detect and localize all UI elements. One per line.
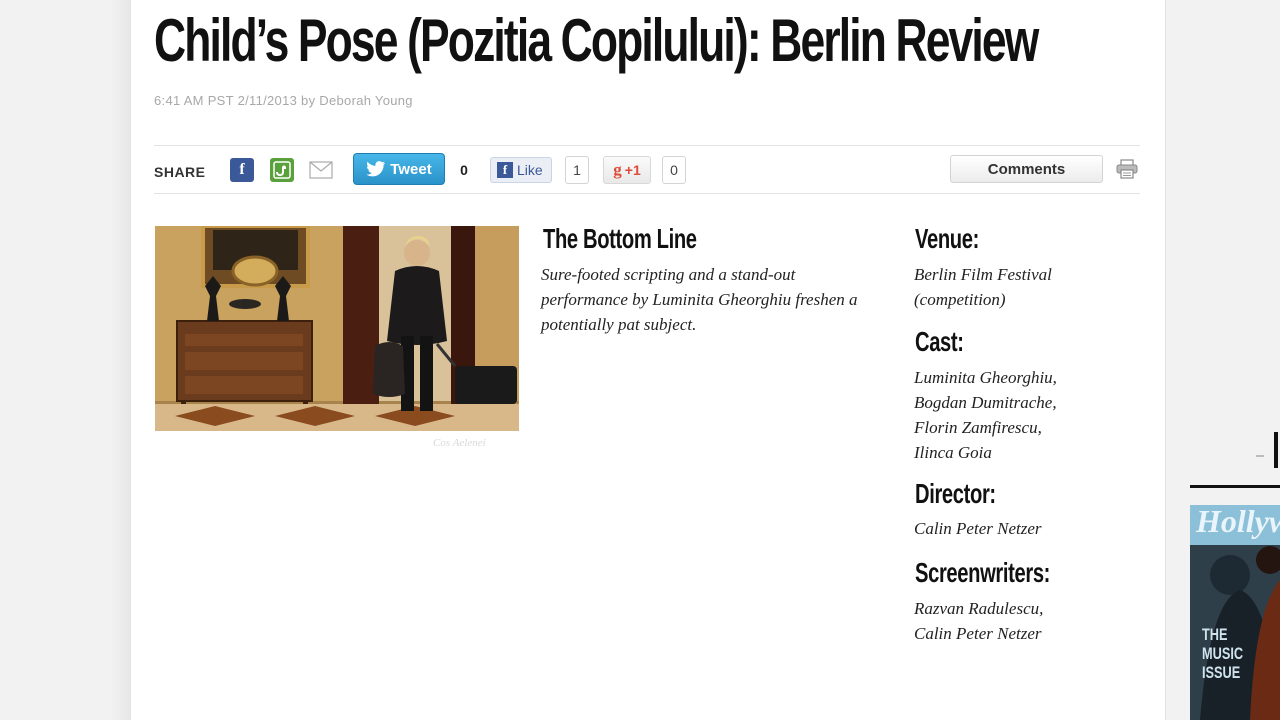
share-bar-top-divider xyxy=(154,145,1140,146)
cast-line: Ilinca Goia xyxy=(914,443,992,462)
screenwriters-line: Razvan Radulescu, xyxy=(914,599,1044,618)
like-label: Like xyxy=(517,162,543,178)
magazine-cover[interactable]: Hollywood THE MUSIC ISSUE xyxy=(1190,505,1280,720)
tweet-count: 0 xyxy=(452,156,476,184)
article-headline: Child’s Pose (Pozitia Copilului): Berlin… xyxy=(154,7,1039,74)
magazine-cover-line: THE MUSIC ISSUE xyxy=(1202,625,1244,682)
comments-button[interactable]: Comments xyxy=(950,155,1103,183)
photo-credit: Cos Aelenei xyxy=(433,437,486,449)
director-label: Director: xyxy=(915,478,996,509)
director-line: Calin Peter Netzer xyxy=(914,519,1042,538)
tweet-label: Tweet xyxy=(390,160,432,178)
tweet-button[interactable]: Tweet xyxy=(353,153,445,185)
screenwriters-label: Screenwriters: xyxy=(915,557,1051,588)
venue-value: Berlin Film Festival (competition) xyxy=(914,262,1114,312)
article-photo xyxy=(155,226,519,431)
cast-line: Bogdan Dumitrache, xyxy=(914,393,1057,412)
cast-line: Luminita Gheorghiu, xyxy=(914,368,1057,387)
venue-label: Venue: xyxy=(915,223,979,254)
page-shadow xyxy=(110,0,132,720)
facebook-icon[interactable]: f xyxy=(230,158,254,182)
twitter-icon xyxy=(366,161,386,177)
bottom-line-text: Sure-footed scripting and a stand-out pe… xyxy=(541,265,858,334)
sidebar-decoration xyxy=(1274,432,1278,468)
venue-line: Berlin Film Festival xyxy=(914,265,1052,284)
director-value: Calin Peter Netzer xyxy=(914,516,1114,541)
sidebar-divider xyxy=(1190,485,1280,488)
email-icon[interactable] xyxy=(309,158,333,182)
google-plus-icon: g xyxy=(613,160,622,179)
article-byline: 6:41 AM PST 2/11/2013 by Deborah Young xyxy=(154,93,413,108)
google-plus-button[interactable]: g +1 xyxy=(603,156,651,184)
cast-label: Cast: xyxy=(915,326,964,357)
share-label: SHARE xyxy=(154,164,206,180)
venue-line: (competition) xyxy=(914,290,1006,309)
google-plus-count: 0 xyxy=(662,156,686,184)
cast-line: Florin Zamfirescu, xyxy=(914,418,1042,437)
screenwriters-value: Razvan Radulescu, Calin Peter Netzer xyxy=(914,596,1114,646)
print-icon[interactable] xyxy=(1116,159,1138,184)
bottom-line-heading: The Bottom Line xyxy=(543,223,697,254)
stumbleupon-icon[interactable] xyxy=(270,158,294,182)
cast-value: Luminita Gheorghiu, Bogdan Dumitrache, F… xyxy=(914,365,1114,465)
sidebar-decoration xyxy=(1256,455,1264,457)
like-count: 1 xyxy=(565,156,589,184)
magazine-masthead: Hollywood xyxy=(1196,505,1280,539)
facebook-like-button[interactable]: f Like xyxy=(490,157,552,183)
facebook-icon: f xyxy=(497,162,513,178)
share-bar-bottom-divider xyxy=(154,193,1140,194)
screenwriters-line: Calin Peter Netzer xyxy=(914,624,1042,643)
google-plus-label: +1 xyxy=(624,162,641,178)
